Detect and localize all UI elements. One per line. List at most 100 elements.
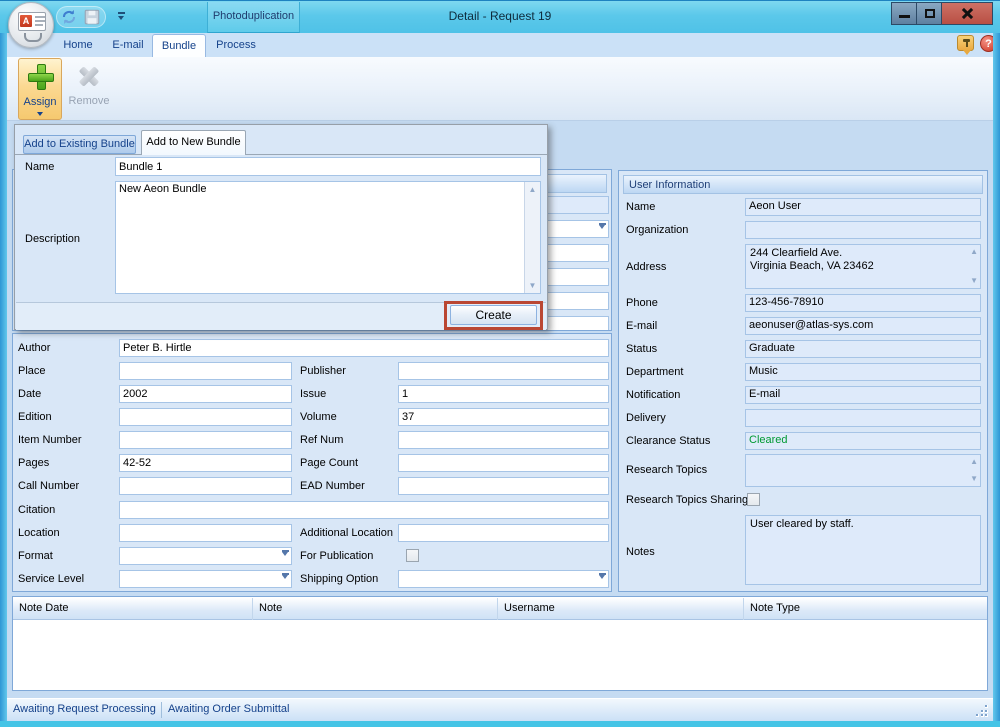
user-status-label: Status [626, 343, 657, 355]
publisher-field[interactable] [398, 362, 609, 380]
column-note-date[interactable]: Note Date [13, 598, 253, 620]
scroll-down-icon[interactable]: ▼ [970, 277, 978, 285]
item-number-field[interactable] [119, 431, 292, 449]
shipping-option-dropdown[interactable] [398, 570, 609, 588]
pages-field[interactable] [119, 454, 292, 472]
bundle-description-text: New Aeon Bundle [119, 183, 206, 195]
scroll-up-icon[interactable]: ▲ [525, 182, 540, 197]
close-button[interactable] [942, 3, 992, 24]
volume-label: Volume [300, 411, 337, 423]
date-field[interactable] [119, 385, 292, 403]
clearance-status-field: Cleared [745, 432, 981, 450]
date-label: Date [18, 388, 41, 400]
issue-field[interactable] [398, 385, 609, 403]
for-publication-label: For Publication [300, 550, 373, 562]
minimize-icon [899, 15, 910, 18]
delivery-field [745, 409, 981, 427]
pages-label: Pages [18, 457, 49, 469]
item-number-label: Item Number [18, 434, 82, 446]
volume-field[interactable] [398, 408, 609, 426]
user-info-panel: User Information Name Aeon User Organiza… [618, 170, 988, 592]
department-field: Music [745, 363, 981, 381]
address-field: 244 Clearfield Ave. Virginia Beach, VA 2… [745, 244, 981, 289]
phone-label: Phone [626, 297, 658, 309]
remove-button-label: Remove [67, 95, 111, 107]
ead-number-field[interactable] [398, 477, 609, 495]
tab-bundle[interactable]: Bundle [152, 34, 206, 57]
ref-num-field[interactable] [398, 431, 609, 449]
item-fields-panel: Author Place Publisher Date Issue Editio… [12, 333, 612, 592]
create-button[interactable]: Create [450, 305, 537, 325]
order-status: Awaiting Order Submittal [168, 703, 289, 715]
ref-num-label: Ref Num [300, 434, 343, 446]
remove-button[interactable]: Remove [67, 58, 111, 120]
window-border-right [993, 33, 1000, 721]
maximize-button[interactable] [917, 3, 942, 24]
tab-add-to-new-bundle[interactable]: Add to New Bundle [141, 130, 246, 155]
service-level-dropdown[interactable] [119, 570, 292, 588]
ribbon-body: Assign Remove [7, 57, 993, 121]
place-field[interactable] [119, 362, 292, 380]
tab-process[interactable]: Process [207, 34, 265, 57]
user-notes-label: Notes [626, 546, 655, 558]
scroll-down-icon[interactable]: ▼ [525, 278, 540, 293]
column-note-type[interactable]: Note Type [744, 598, 987, 620]
location-field[interactable] [119, 524, 292, 542]
page-count-field[interactable] [398, 454, 609, 472]
status-bar: Awaiting Request Processing Awaiting Ord… [7, 698, 993, 721]
window-border-bottom [0, 721, 1000, 727]
assign-button[interactable]: Assign [18, 58, 62, 120]
column-username[interactable]: Username [498, 598, 744, 620]
user-info-header: User Information [623, 175, 983, 194]
notes-grid-header: Note Date Note Username Note Type [13, 598, 987, 620]
location-label: Location [18, 527, 60, 539]
for-publication-checkbox[interactable] [406, 549, 419, 562]
resize-grip-icon[interactable] [976, 705, 988, 717]
notes-grid: Note Date Note Username Note Type [12, 596, 988, 691]
bundle-name-input[interactable] [115, 157, 541, 176]
research-topics-sharing-label: Research Topics Sharing [626, 494, 748, 506]
place-label: Place [18, 365, 46, 377]
scroll-up-icon[interactable]: ▲ [970, 458, 978, 466]
status-separator [161, 702, 162, 718]
scroll-up-icon[interactable]: ▲ [970, 248, 978, 256]
chevron-down-icon [599, 225, 605, 229]
additional-location-field[interactable] [398, 524, 609, 542]
edition-field[interactable] [119, 408, 292, 426]
edition-label: Edition [18, 411, 52, 423]
user-email-field: aeonuser@atlas-sys.com [745, 317, 981, 335]
call-number-field[interactable] [119, 477, 292, 495]
column-note[interactable]: Note [253, 598, 498, 620]
chevron-down-icon [282, 575, 288, 579]
add-bundle-popup: Add to Existing Bundle Add to New Bundle… [14, 124, 548, 330]
format-label: Format [18, 550, 53, 562]
titlebar: Photoduplication Detail - Request 19 [0, 0, 1000, 33]
author-field[interactable] [119, 339, 609, 357]
chevron-down-icon [282, 552, 288, 556]
service-level-label: Service Level [18, 573, 84, 585]
pin-icon[interactable] [957, 35, 974, 51]
minimize-button[interactable] [892, 3, 917, 24]
user-email-label: E-mail [626, 320, 657, 332]
tab-email[interactable]: E-mail [103, 34, 153, 57]
ribbon-tab-row: Home E-mail Bundle Process ? [7, 33, 993, 57]
bundle-description-textarea[interactable]: New Aeon Bundle ▲ ▼ [115, 181, 541, 294]
chevron-down-icon [37, 112, 43, 116]
scroll-down-icon[interactable]: ▼ [970, 475, 978, 483]
app-logo-letter: A [20, 15, 32, 27]
window-controls [891, 2, 993, 25]
ead-number-label: EAD Number [300, 480, 365, 492]
research-topics-sharing-checkbox[interactable] [747, 493, 760, 506]
citation-field[interactable] [119, 501, 609, 519]
app-window: Photoduplication Detail - Request 19 A H… [0, 0, 1000, 727]
tab-home[interactable]: Home [53, 34, 103, 57]
research-topics-label: Research Topics [626, 464, 707, 476]
tab-add-to-existing-bundle[interactable]: Add to Existing Bundle [23, 135, 136, 154]
notification-label: Notification [626, 389, 680, 401]
plus-icon [28, 64, 54, 90]
user-status-field: Graduate [745, 340, 981, 358]
remove-x-icon [78, 65, 100, 87]
application-menu-button[interactable]: A [8, 2, 54, 48]
description-scrollbar[interactable]: ▲ ▼ [524, 182, 540, 293]
format-dropdown[interactable] [119, 547, 292, 565]
